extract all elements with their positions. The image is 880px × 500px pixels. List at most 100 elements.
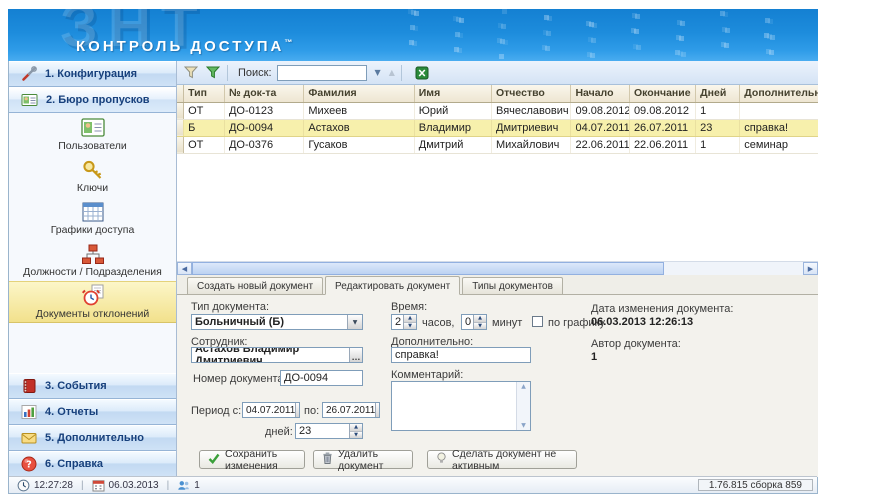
horizontal-scrollbar[interactable]: ◀ ▶ [177, 261, 818, 275]
search-input[interactable] [277, 65, 367, 81]
app-title: Контроль доступа™ [76, 38, 292, 55]
version-label: 1.76.815 сборка 859 [698, 479, 813, 491]
alarm-document-icon [81, 284, 105, 307]
table-row[interactable]: ОТДО-0376ГусаковДмитрийМихайлович22.06.2… [177, 136, 818, 153]
chevron-down-icon[interactable]: ▼ [347, 315, 362, 329]
period-to-select[interactable]: 26.07.2011 ▼ [322, 402, 380, 418]
excel-export-icon[interactable] [414, 65, 430, 81]
key-icon [81, 159, 105, 181]
sidebar-item-access-schedules[interactable]: Графики доступа [9, 197, 176, 239]
trash-icon [322, 452, 333, 467]
tab-create-document[interactable]: Создать новый документ [187, 277, 323, 294]
table-cell: ОТ [184, 102, 225, 119]
days-spinner[interactable]: 23 ▲▼ [295, 423, 363, 439]
app-header: ЗНТ Контроль доступа™ [8, 9, 818, 61]
hours-spinner[interactable]: 2 ▲▼ [391, 314, 417, 330]
table-cell: Дмитрий [414, 136, 491, 153]
table-cell: семинар [740, 136, 818, 153]
tab-document-types[interactable]: Типы документов [462, 277, 563, 294]
table-row[interactable]: БДО-0094АстаховВладимирДмитриевич04.07.2… [177, 119, 818, 136]
column-header[interactable]: Отчество [492, 85, 571, 102]
table-cell: Михайлович [492, 136, 571, 153]
comment-textarea[interactable]: ▲▼ [391, 381, 531, 431]
clear-filter-icon[interactable] [205, 65, 221, 81]
textarea-scrollbar[interactable]: ▲▼ [516, 382, 530, 430]
doc-type-select[interactable]: Больничный (Б) ▼ [191, 314, 363, 330]
column-header[interactable]: Имя [414, 85, 491, 102]
sidebar-section-label: 5. Дополнительно [45, 432, 144, 444]
status-separator: | [167, 480, 170, 491]
schedule-grid-icon [81, 201, 105, 223]
sidebar-section-help[interactable]: ? 6. Справка [9, 451, 176, 477]
sidebar-section-label: 6. Справка [45, 458, 103, 470]
spinner-arrows-icon[interactable]: ▲▼ [403, 315, 416, 329]
table-cell: 22.06.2011 [629, 136, 695, 153]
check-icon [208, 453, 220, 467]
scroll-left-icon[interactable]: ◀ [177, 262, 192, 275]
column-header[interactable]: № док-та [224, 85, 303, 102]
sidebar-section-events[interactable]: 3. События [9, 373, 176, 399]
book-icon [21, 378, 37, 394]
table-row[interactable]: ОТДО-0123МихеевЮрийВячеславович09.08.201… [177, 102, 818, 119]
document-tabs: Создать новый документ Редактировать док… [177, 275, 818, 295]
spinner-arrows-icon[interactable]: ▲▼ [349, 424, 362, 438]
sidebar-item-label: Пользователи [58, 140, 127, 152]
minutes-spinner[interactable]: 0 ▲▼ [461, 314, 487, 330]
badge-icon [21, 92, 38, 108]
scroll-down-icon[interactable]: ▼ [521, 422, 526, 429]
sidebar-section-additional[interactable]: 5. Дополнительно [9, 425, 176, 451]
row-gutter [177, 102, 184, 119]
sidebar-item-keys[interactable]: Ключи [9, 155, 176, 197]
browse-button[interactable]: … [349, 348, 362, 362]
column-header[interactable]: Дней [696, 85, 740, 102]
table-cell: Б [184, 119, 225, 136]
by-schedule-checkbox[interactable] [532, 316, 543, 327]
table-cell: ДО-0123 [224, 102, 303, 119]
column-header[interactable]: Окончание [629, 85, 695, 102]
clock-icon [17, 479, 30, 492]
column-header[interactable]: Фамилия [304, 85, 414, 102]
save-changes-button[interactable]: Сохранить изменения [199, 450, 305, 469]
minutes-suffix-label: минут [492, 317, 522, 329]
scrollbar-thumb[interactable] [192, 262, 664, 275]
delete-document-button[interactable]: Удалить документ [313, 450, 413, 469]
sidebar-section-pass-bureau[interactable]: 2. Бюро пропусков [9, 87, 176, 113]
modified-date-label: Дата изменения документа: [591, 303, 733, 315]
user-card-icon [81, 117, 105, 139]
doc-number-label: Номер документа: [193, 373, 287, 385]
chevron-down-icon[interactable]: ▼ [295, 403, 300, 417]
search-down-icon[interactable]: ▼ [375, 68, 381, 77]
sidebar-section-reports[interactable]: 4. Отчеты [9, 399, 176, 425]
bar-chart-icon [21, 404, 37, 420]
sidebar-item-label: Документы отклонений [36, 308, 149, 320]
scroll-right-icon[interactable]: ▶ [803, 262, 818, 275]
sidebar-section-label: 1. Конфигурация [45, 68, 137, 80]
search-up-icon[interactable]: ▲ [389, 68, 395, 77]
days-label: дней: [265, 426, 293, 438]
status-bar: 12:27:28 | 06.03.2013 | 1 1.76.815 сборк… [9, 476, 817, 493]
sidebar-item-deviation-documents[interactable]: Документы отклонений [9, 281, 176, 323]
column-header[interactable]: Начало [571, 85, 629, 102]
table-cell: Юрий [414, 102, 491, 119]
search-label: Поиск: [238, 67, 272, 79]
sidebar-item-positions-departments[interactable]: Должности / Подразделения [9, 239, 176, 281]
deactivate-document-button[interactable]: Сделать документ не активным [427, 450, 577, 469]
table-cell: ОТ [184, 136, 225, 153]
chevron-down-icon[interactable]: ▼ [375, 403, 380, 417]
tab-edit-document[interactable]: Редактировать документ [325, 276, 460, 295]
wrench-icon [21, 66, 37, 82]
spinner-arrows-icon[interactable]: ▲▼ [473, 315, 486, 329]
period-from-select[interactable]: 04.07.2011 ▼ [242, 402, 300, 418]
sidebar-item-users[interactable]: Пользователи [9, 113, 176, 155]
employee-field[interactable]: Астахов Владимир Дмитриевич … [191, 347, 363, 363]
doc-number-input[interactable]: ДО-0094 [280, 370, 363, 386]
toolbar-separator [227, 65, 228, 81]
table-cell: справка! [740, 119, 818, 136]
column-header[interactable]: Тип [184, 85, 225, 102]
sidebar-section-configuration[interactable]: 1. Конфигурация [9, 61, 176, 87]
filter-icon[interactable] [183, 65, 199, 81]
column-header[interactable]: Дополнительно [740, 85, 818, 102]
scroll-up-icon[interactable]: ▲ [521, 383, 526, 390]
additional-input[interactable]: справка! [391, 347, 531, 363]
comment-label: Комментарий: [391, 369, 463, 381]
